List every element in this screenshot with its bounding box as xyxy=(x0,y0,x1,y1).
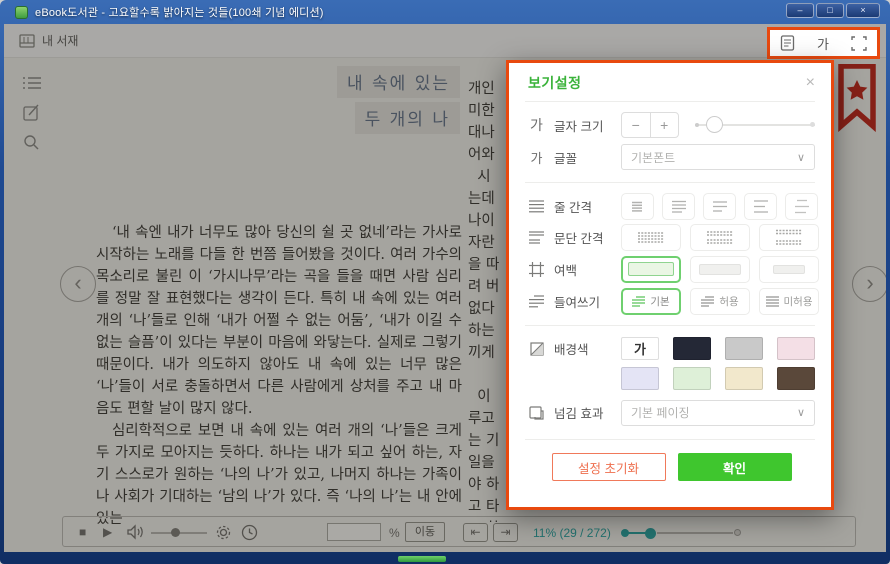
font-size-decrease-button[interactable]: − xyxy=(622,113,651,137)
bg-color-swatch-green[interactable] xyxy=(673,367,711,390)
dialog-title: 보기설정 xyxy=(528,73,582,93)
close-window-button[interactable]: × xyxy=(846,3,880,18)
line-spacing-icon xyxy=(528,200,545,213)
font-size-slider-handle[interactable] xyxy=(706,116,723,133)
app-content: 내 서재 내 속에 있는 두 개의 나 ‘내 속엔 내가 너무도 많아 당신의 … xyxy=(4,24,886,552)
paragraph-spacing-option-2[interactable] xyxy=(690,224,750,251)
font-size-slider[interactable] xyxy=(695,115,815,135)
paragraph-spacing-option-1[interactable] xyxy=(621,224,681,251)
font-family-icon: 가 xyxy=(528,148,545,167)
line-spacing-option-4[interactable] xyxy=(744,193,777,220)
paragraph-spacing-option-3[interactable] xyxy=(759,224,819,251)
indent-option-allow[interactable]: 허용 xyxy=(690,288,750,315)
app-window: eBook도서관 - 고요할수록 밝아지는 것들(100쇄 기념 에디션) – … xyxy=(0,0,890,564)
toolbar-highlight-annotation: 가 xyxy=(767,27,880,59)
font-family-value: 기본폰트 xyxy=(631,149,675,166)
background-color-label: 배경색 xyxy=(554,339,589,358)
fullscreen-icon[interactable] xyxy=(851,36,867,51)
background-color-icon xyxy=(528,342,545,356)
close-dialog-icon[interactable]: × xyxy=(806,75,815,91)
page-turn-effect-dropdown[interactable]: 기본 페이징 ∨ xyxy=(621,400,815,426)
margin-icon xyxy=(528,262,545,277)
bg-color-swatch-white[interactable]: 가 xyxy=(621,337,659,360)
bg-color-swatch-brown[interactable] xyxy=(777,367,815,390)
font-size-label: 글자 크기 xyxy=(554,116,603,135)
line-spacing-option-5[interactable] xyxy=(785,193,818,220)
margin-option-1-selected[interactable] xyxy=(621,256,681,283)
bg-color-swatch-gray[interactable] xyxy=(725,337,763,360)
margin-option-3[interactable] xyxy=(759,256,819,283)
line-spacing-label: 줄 간격 xyxy=(554,197,592,216)
paragraph-spacing-icon xyxy=(528,231,545,244)
margin-label: 여백 xyxy=(554,260,577,279)
bg-color-swatch-dark[interactable] xyxy=(673,337,711,360)
taskbar-peek-decoration xyxy=(398,556,446,562)
app-logo-icon xyxy=(15,6,28,19)
line-spacing-option-2[interactable] xyxy=(662,193,695,220)
font-size-icon: 가 xyxy=(528,115,545,135)
view-settings-doc-icon[interactable] xyxy=(780,35,795,51)
line-spacing-option-1[interactable] xyxy=(621,193,654,220)
bg-color-swatch-cream[interactable] xyxy=(725,367,763,390)
font-settings-button[interactable]: 가 xyxy=(817,34,829,53)
titlebar: eBook도서관 - 고요할수록 밝아지는 것들(100쇄 기념 에디션) – … xyxy=(0,0,890,24)
indent-option-default-selected[interactable]: 기본 xyxy=(621,288,681,315)
font-family-label: 글꼴 xyxy=(554,148,577,167)
confirm-button[interactable]: 확인 xyxy=(678,453,792,481)
chevron-down-icon: ∨ xyxy=(797,151,805,164)
indent-label: 들여쓰기 xyxy=(554,292,600,311)
line-spacing-option-3[interactable] xyxy=(703,193,736,220)
margin-option-2[interactable] xyxy=(690,256,750,283)
bg-color-swatch-lavender[interactable] xyxy=(621,367,659,390)
reset-settings-button[interactable]: 설정 초기화 xyxy=(552,453,666,481)
chevron-down-icon: ∨ xyxy=(797,406,805,419)
indent-option-disallow[interactable]: 미허용 xyxy=(759,288,819,315)
font-family-dropdown[interactable]: 기본폰트 ∨ xyxy=(621,144,815,170)
window-title: eBook도서관 - 고요할수록 밝아지는 것들(100쇄 기념 에디션) xyxy=(35,4,324,20)
view-settings-dialog: 보기설정 × 가 글자 크기 − + xyxy=(506,60,834,510)
page-turn-effect-value: 기본 페이징 xyxy=(631,404,690,421)
paragraph-spacing-label: 문단 간격 xyxy=(554,228,603,247)
indent-icon xyxy=(528,295,545,308)
maximize-button[interactable]: □ xyxy=(816,3,844,18)
font-size-increase-button[interactable]: + xyxy=(651,113,679,137)
bg-color-swatch-pink[interactable] xyxy=(777,337,815,360)
minimize-button[interactable]: – xyxy=(786,3,814,18)
page-turn-effect-icon xyxy=(528,406,545,420)
page-turn-effect-label: 넘김 효과 xyxy=(554,403,603,422)
font-size-stepper: − + xyxy=(621,112,679,138)
